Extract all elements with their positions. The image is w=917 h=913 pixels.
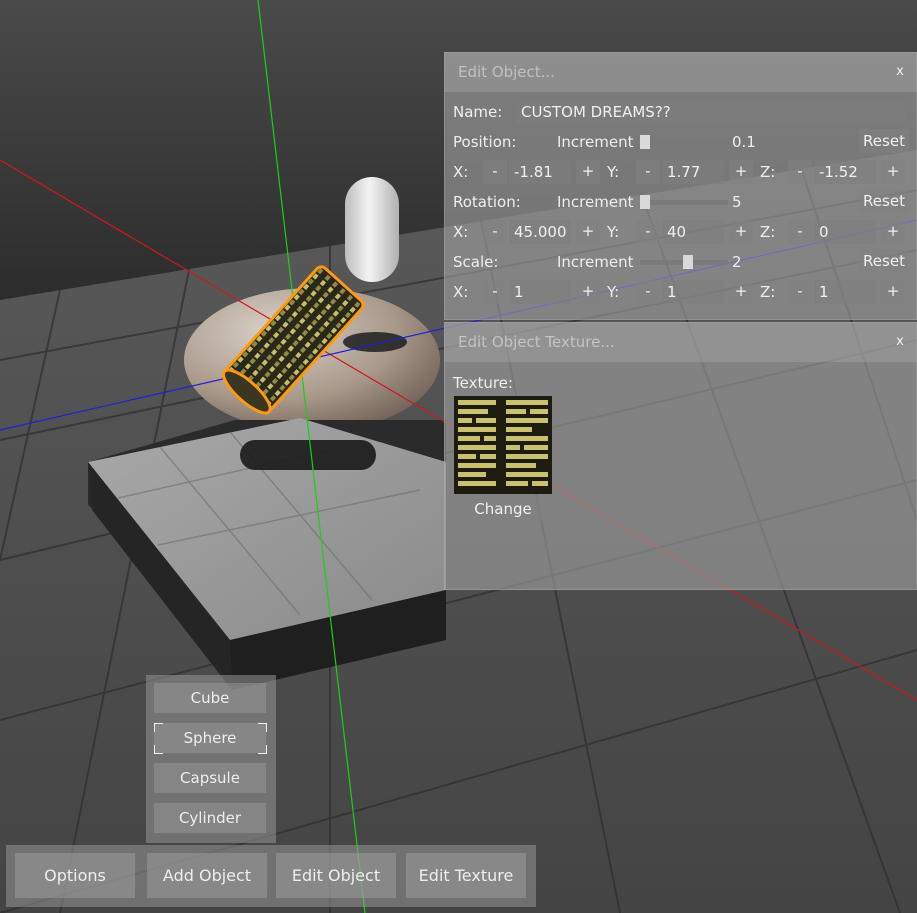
- position-y-label: Y:: [607, 163, 620, 181]
- scale-z-increment-button[interactable]: +: [881, 280, 905, 304]
- rotation-y-increment-button[interactable]: +: [729, 220, 753, 244]
- position-x-label: X:: [453, 163, 469, 181]
- position-increment-slider-knob[interactable]: [640, 135, 650, 149]
- scale-y-label: Y:: [607, 283, 620, 301]
- texture-thumbnail[interactable]: [454, 396, 552, 494]
- edit-object-title-bar[interactable]: Edit Object... x: [444, 52, 917, 92]
- scale-z-decrement-button[interactable]: -: [788, 280, 812, 304]
- scale-z-input[interactable]: 1: [814, 280, 876, 304]
- options-button[interactable]: Options: [15, 853, 135, 898]
- position-z-decrement-button[interactable]: -: [788, 160, 812, 184]
- focus-corner-top-right: [258, 723, 267, 732]
- scale-increment-label: Increment: [557, 253, 634, 271]
- position-y-input[interactable]: 1.77: [662, 160, 724, 184]
- add-object-shape-menu: Cube Sphere Capsule Cylinder: [146, 675, 276, 843]
- position-z-label: Z:: [760, 163, 776, 181]
- scale-y-decrement-button[interactable]: -: [636, 280, 660, 304]
- edit-object-panel: Edit Object... x Name: CUSTOM DREAMS?? P…: [444, 52, 917, 320]
- name-row: Name: CUSTOM DREAMS??: [444, 99, 917, 125]
- focus-corner-top-left: [154, 723, 163, 732]
- edit-object-title: Edit Object...: [458, 63, 555, 81]
- scale-increment-value: 2: [732, 253, 742, 271]
- position-increment-slider[interactable]: [640, 140, 728, 145]
- rotation-x-decrement-button[interactable]: -: [483, 220, 507, 244]
- rotation-y-decrement-button[interactable]: -: [636, 220, 660, 244]
- position-y-increment-button[interactable]: +: [729, 160, 753, 184]
- rotation-increment-value: 5: [732, 193, 742, 211]
- scale-y-increment-button[interactable]: +: [729, 280, 753, 304]
- edit-texture-button[interactable]: Edit Texture: [406, 853, 526, 898]
- position-y-decrement-button[interactable]: -: [636, 160, 660, 184]
- bottom-toolbar: Options Add Object Edit Object Edit Text…: [6, 845, 536, 907]
- position-x-increment-button[interactable]: +: [576, 160, 600, 184]
- rotation-increment-slider[interactable]: [640, 200, 728, 205]
- rotation-increment-label: Increment: [557, 193, 634, 211]
- shape-cylinder-button[interactable]: Cylinder: [154, 803, 266, 833]
- rotation-xyz-row: X: - 45.000 + Y: - 40 + Z: - 0 +: [444, 219, 917, 245]
- position-z-increment-button[interactable]: +: [881, 160, 905, 184]
- edit-texture-close-button[interactable]: x: [891, 333, 909, 351]
- position-increment-label: Increment: [557, 133, 634, 151]
- scale-x-decrement-button[interactable]: -: [483, 280, 507, 304]
- position-x-decrement-button[interactable]: -: [483, 160, 507, 184]
- scale-label: Scale:: [453, 253, 499, 271]
- scale-x-label: X:: [453, 283, 469, 301]
- rotation-header-row: Rotation: Increment 5 Reset: [444, 189, 917, 215]
- edit-object-close-button[interactable]: x: [891, 63, 909, 81]
- position-x-input[interactable]: -1.81: [509, 160, 571, 184]
- position-z-input[interactable]: -1.52: [814, 160, 876, 184]
- texture-label: Texture:: [453, 374, 513, 392]
- rotation-z-input[interactable]: 0: [814, 220, 876, 244]
- edit-texture-title-bar[interactable]: Edit Object Texture... x: [444, 322, 917, 362]
- scale-increment-slider-knob[interactable]: [682, 255, 693, 269]
- focus-corner-bottom-left: [154, 745, 163, 754]
- rotation-y-label: Y:: [607, 223, 620, 241]
- rotation-reset-button[interactable]: Reset: [859, 189, 909, 213]
- position-label: Position:: [453, 133, 517, 151]
- rotation-increment-slider-knob[interactable]: [640, 195, 650, 209]
- name-input[interactable]: CUSTOM DREAMS??: [516, 100, 906, 124]
- rotation-z-decrement-button[interactable]: -: [788, 220, 812, 244]
- add-object-button[interactable]: Add Object: [147, 853, 267, 898]
- rotation-y-input[interactable]: 40: [662, 220, 724, 244]
- scale-z-label: Z:: [760, 283, 776, 301]
- position-xyz-row: X: - -1.81 + Y: - 1.77 + Z: - -1.52 +: [444, 159, 917, 185]
- position-reset-button[interactable]: Reset: [859, 129, 909, 153]
- scale-x-input[interactable]: 1: [509, 280, 571, 304]
- position-header-row: Position: Increment 0.1 Reset: [444, 129, 917, 155]
- texture-preview-image: [454, 396, 552, 494]
- focus-corner-bottom-right: [258, 745, 267, 754]
- rotation-label: Rotation:: [453, 193, 521, 211]
- rotation-x-label: X:: [453, 223, 469, 241]
- scale-x-increment-button[interactable]: +: [576, 280, 600, 304]
- scale-reset-button[interactable]: Reset: [859, 249, 909, 273]
- edit-object-button[interactable]: Edit Object: [276, 853, 396, 898]
- rotation-x-input[interactable]: 45.000: [509, 220, 571, 244]
- scale-header-row: Scale: Increment 2 Reset: [444, 249, 917, 275]
- shape-capsule-button[interactable]: Capsule: [154, 763, 266, 793]
- edit-texture-panel: Edit Object Texture... x Texture: Change: [444, 322, 917, 590]
- rotation-z-label: Z:: [760, 223, 776, 241]
- name-label: Name:: [453, 103, 503, 121]
- shape-cube-button[interactable]: Cube: [154, 683, 266, 713]
- edit-texture-title: Edit Object Texture...: [458, 333, 615, 351]
- position-increment-value: 0.1: [732, 133, 756, 151]
- texture-change-button[interactable]: Change: [454, 497, 552, 521]
- scale-y-input[interactable]: 1: [662, 280, 724, 304]
- shape-sphere-button[interactable]: Sphere: [154, 723, 266, 753]
- rotation-x-increment-button[interactable]: +: [576, 220, 600, 244]
- rotation-z-increment-button[interactable]: +: [881, 220, 905, 244]
- scale-xyz-row: X: - 1 + Y: - 1 + Z: - 1 +: [444, 279, 917, 305]
